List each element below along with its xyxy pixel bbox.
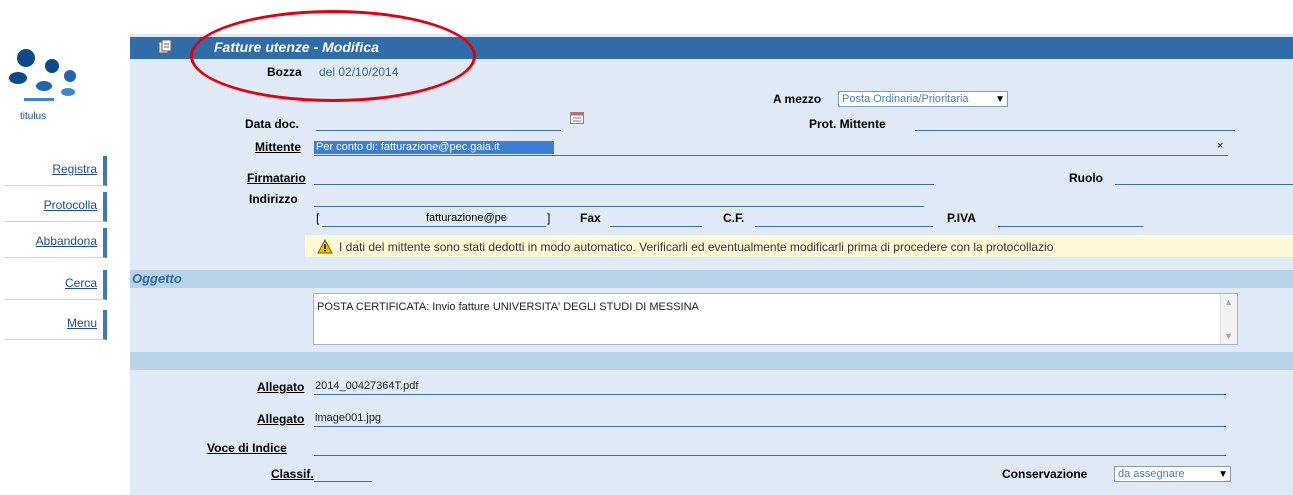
a-mezzo-label: A mezzo — [773, 92, 822, 106]
conservazione-select[interactable]: da assegnare ▼ — [1114, 466, 1231, 482]
bracket-open: [ — [316, 211, 320, 225]
chevron-down-icon[interactable]: ▼ — [1224, 331, 1233, 341]
allegato-file-2[interactable]: image001.jpg — [315, 412, 381, 424]
data-doc-field[interactable] — [316, 130, 561, 131]
piva-label: P.IVA — [947, 211, 976, 225]
logo-text: titulus — [20, 111, 47, 122]
indirizzo-label: Indirizzo — [249, 192, 298, 206]
bracket-close: ] — [547, 211, 551, 225]
calendar-icon[interactable] — [570, 112, 584, 127]
prot-mittente-label: Prot. Mittente — [809, 117, 886, 131]
clear-icon[interactable]: × — [1217, 140, 1223, 152]
ruolo-label: Ruolo — [1069, 171, 1103, 185]
warning-icon — [317, 238, 333, 257]
textarea-scrollbar[interactable]: ▲ ▼ — [1220, 294, 1237, 344]
chevron-down-icon: ▼ — [995, 94, 1005, 105]
annotation-oval — [190, 10, 476, 102]
chevron-down-icon: ▼ — [1218, 469, 1228, 480]
status-label: Bozza — [267, 65, 302, 79]
cap-field[interactable] — [322, 226, 428, 227]
prot-mittente-field[interactable] — [915, 130, 1235, 131]
indirizzo-field[interactable] — [314, 206, 924, 207]
allegato-file-1[interactable]: 2014_00427364T.pdf — [315, 380, 418, 392]
a-mezzo-select[interactable]: Posta Ordinaria/Prioritaria ▼ — [838, 91, 1008, 107]
cerca-button[interactable]: Cerca — [4, 270, 107, 300]
document-icon[interactable] — [158, 39, 172, 54]
voce-indice-field[interactable] — [314, 455, 1226, 456]
warning-text: I dati del mittente sono stati dedotti i… — [339, 240, 1054, 254]
fax-label: Fax — [580, 211, 601, 225]
voce-indice-label[interactable]: Voce di Indice — [207, 441, 287, 455]
firmatario-field[interactable] — [314, 184, 934, 185]
oggetto-band — [130, 270, 1293, 288]
email-field[interactable]: fatturazione@pe — [426, 212, 507, 224]
allegato-label-2[interactable]: Allegato — [257, 412, 304, 426]
section-band — [130, 352, 1293, 370]
mittente-label[interactable]: Mittente — [255, 140, 301, 154]
allegato-label-1[interactable]: Allegato — [257, 380, 304, 394]
oggetto-label: Oggetto — [132, 271, 182, 286]
ruolo-field[interactable] — [1115, 184, 1293, 185]
registra-button[interactable]: Registra — [4, 156, 107, 186]
data-doc-label: Data doc. — [245, 117, 300, 131]
abbandona-button[interactable]: Abbandona — [4, 228, 107, 258]
status-date: del 02/10/2014 — [319, 65, 399, 79]
chevron-up-icon[interactable]: ▲ — [1224, 297, 1233, 307]
classif-field[interactable] — [314, 481, 372, 482]
classif-label[interactable]: Classif. — [271, 467, 314, 481]
menu-button[interactable]: Menu — [4, 310, 107, 340]
protocolla-button[interactable]: Protocolla — [4, 192, 107, 222]
oggetto-text: POSTA CERTIFICATA: Invio fatture UNIVERS… — [317, 301, 699, 313]
mittente-field[interactable]: Per conto di: fatturazione@pec.gaia.it — [316, 141, 500, 153]
cf-field[interactable] — [755, 226, 933, 227]
firmatario-label[interactable]: Firmatario — [247, 171, 306, 185]
fax-field[interactable] — [610, 226, 702, 227]
conservazione-label: Conservazione — [1002, 467, 1088, 481]
cf-label: C.F. — [723, 211, 745, 225]
piva-field[interactable] — [998, 226, 1143, 227]
oggetto-textarea[interactable]: POSTA CERTIFICATA: Invio fatture UNIVERS… — [313, 293, 1238, 345]
